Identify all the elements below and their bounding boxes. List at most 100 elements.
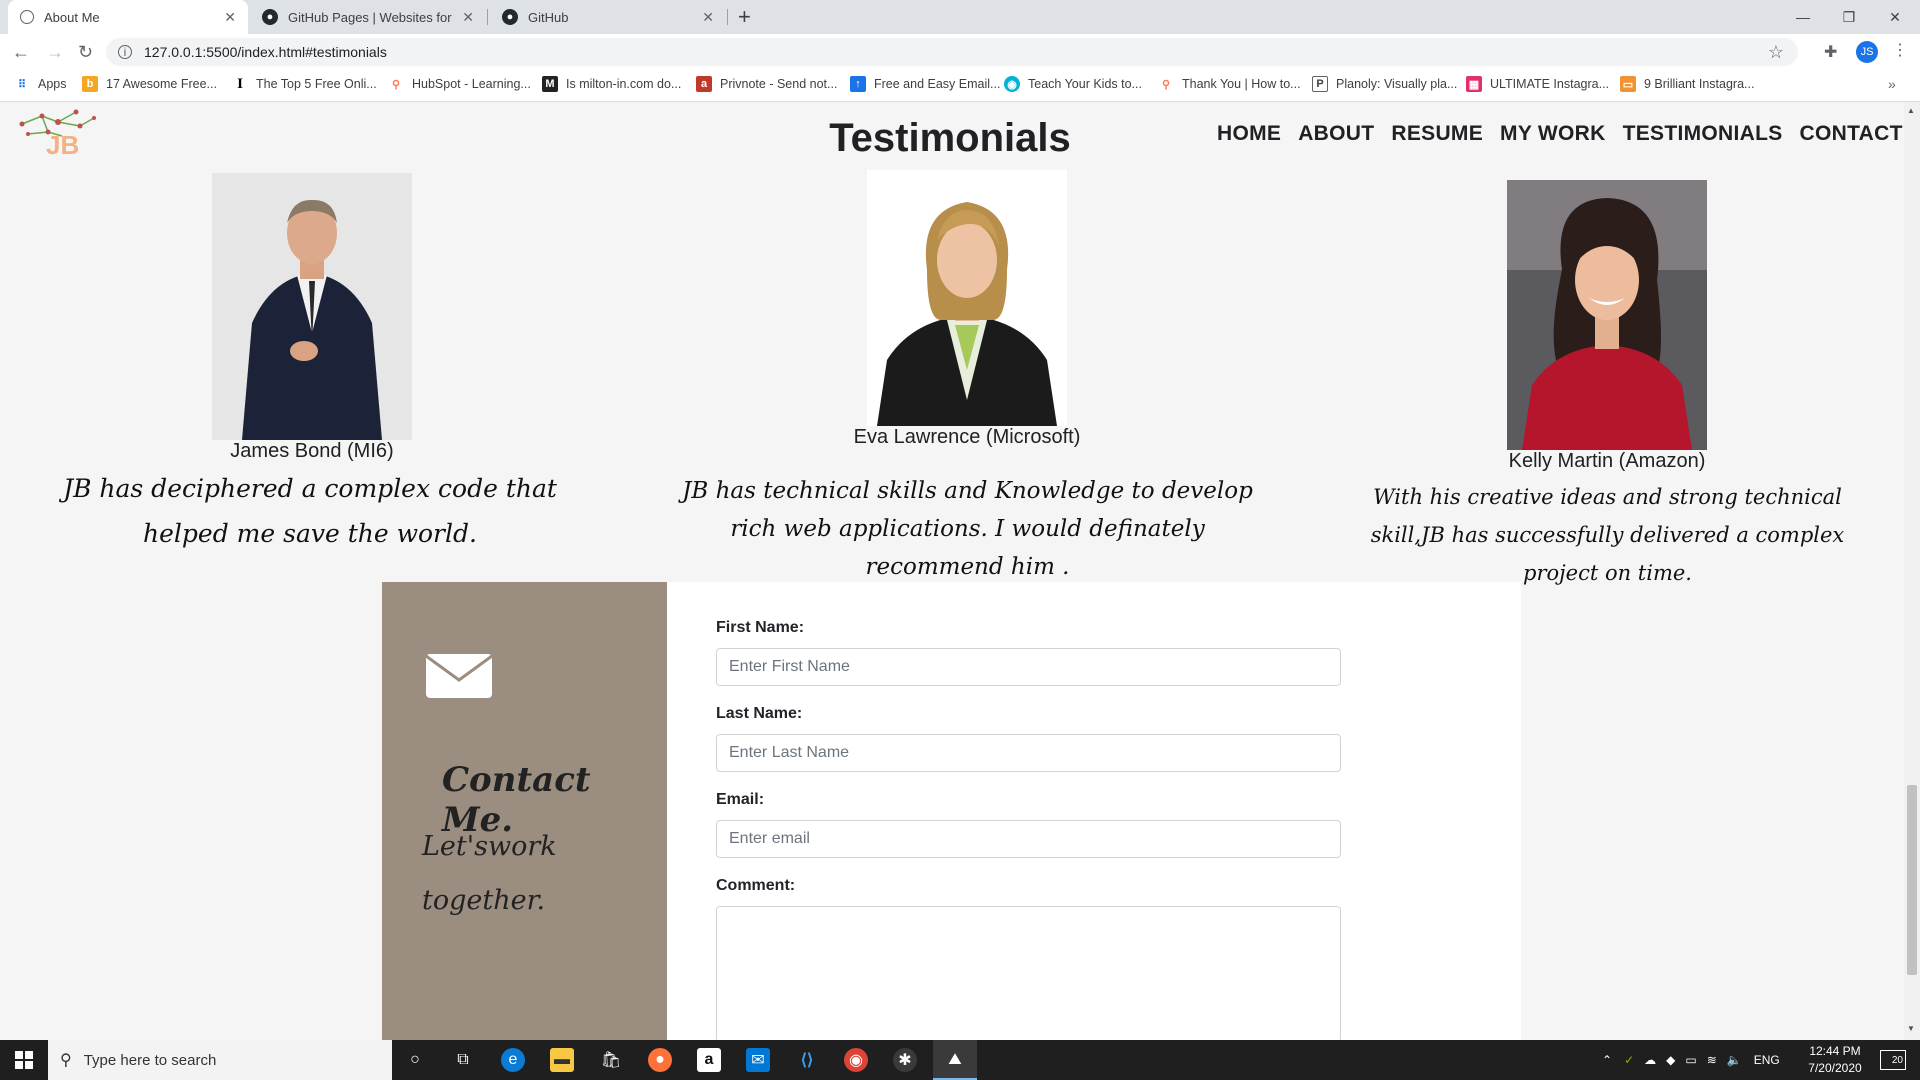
- firefox-icon[interactable]: ●: [648, 1048, 672, 1072]
- task-view-icon[interactable]: ⧉: [451, 1048, 475, 1072]
- menu-kebab-icon[interactable]: ⋮: [1892, 40, 1908, 60]
- last-name-input[interactable]: [716, 734, 1341, 772]
- bookmarks-bar: ⠿ Apps b 17 Awesome Free... I The Top 5 …: [0, 70, 1920, 102]
- bookmark-item[interactable]: a Privnote - Send not...: [696, 76, 837, 92]
- github-icon: ●: [502, 9, 518, 25]
- bookmark-star-icon[interactable]: ☆: [1768, 42, 1784, 63]
- dropbox-icon[interactable]: ◆: [1666, 1053, 1675, 1067]
- windows-start-icon[interactable]: [0, 1040, 48, 1080]
- tab-divider: [727, 9, 728, 25]
- mail-icon[interactable]: ✉: [746, 1048, 770, 1072]
- site-info-icon[interactable]: i: [118, 45, 132, 59]
- page-viewport: JB Testimonials HOME ABOUT RESUME MY WOR…: [0, 102, 1904, 1040]
- clock-time: 12:44 PM: [1809, 1044, 1861, 1058]
- hubspot-icon: ⚲: [391, 78, 401, 91]
- testimonial-name: James Bond (MI6): [230, 440, 394, 462]
- close-tab-icon[interactable]: ✕: [462, 9, 474, 26]
- tab-title: GitHub Pages | Websites for you: [288, 9, 454, 25]
- chrome-icon[interactable]: ◉: [844, 1048, 868, 1072]
- amazon-icon[interactable]: a: [697, 1048, 721, 1072]
- scroll-down-icon[interactable]: ▼: [1907, 1024, 1915, 1033]
- bookmark-item[interactable]: ▭ 9 Brilliant Instagra...: [1620, 76, 1754, 92]
- tab-github-pages[interactable]: ● GitHub Pages | Websites for you ✕: [250, 0, 486, 34]
- main-nav: HOME ABOUT RESUME MY WORK TESTIMONIALS C…: [1217, 122, 1903, 146]
- file-explorer-icon[interactable]: ▬: [550, 1048, 574, 1072]
- tab-title: About Me: [44, 9, 100, 25]
- bookmark-apps[interactable]: ⠿ Apps: [14, 76, 67, 92]
- tab-about-me[interactable]: About Me ✕: [8, 0, 248, 34]
- first-name-input[interactable]: [716, 648, 1341, 686]
- comment-textarea[interactable]: [716, 906, 1341, 1040]
- extensions-puzzle-icon[interactable]: ✚: [1824, 42, 1837, 62]
- logo-text: JB: [46, 130, 80, 160]
- notification-center[interactable]: 20: [1880, 1050, 1906, 1070]
- taskbar-clock[interactable]: 12:44 PM 7/20/2020: [1795, 1043, 1875, 1077]
- address-bar[interactable]: i 127.0.0.1:5500/index.html#testimonials…: [106, 38, 1798, 66]
- bookmarks-overflow-icon[interactable]: »: [1888, 76, 1896, 92]
- nav-resume[interactable]: RESUME: [1391, 122, 1483, 146]
- globe-icon: [20, 10, 34, 24]
- bookmark-item[interactable]: ↑ Free and Easy Email...: [850, 76, 1000, 92]
- nav-about[interactable]: ABOUT: [1298, 122, 1374, 146]
- taskbar-search[interactable]: ⚲ Type here to search: [48, 1040, 392, 1080]
- contact-panel: Contact Me. Let'swork together.: [382, 582, 667, 1040]
- tray-sync-icon[interactable]: ✓: [1624, 1053, 1634, 1067]
- bookmark-item[interactable]: I The Top 5 Free Onli...: [232, 76, 377, 92]
- bookmark-item[interactable]: b 17 Awesome Free...: [82, 76, 217, 92]
- minimize-icon[interactable]: —: [1780, 2, 1826, 32]
- new-tab-icon[interactable]: +: [738, 4, 751, 30]
- instagram-grid-icon: ▦: [1466, 76, 1482, 92]
- reload-icon[interactable]: ↻: [78, 42, 93, 63]
- clock-date: 7/20/2020: [1808, 1061, 1862, 1075]
- nav-home[interactable]: HOME: [1217, 122, 1281, 146]
- last-name-label: Last Name:: [716, 705, 803, 722]
- cortana-icon[interactable]: ○: [403, 1048, 427, 1072]
- system-tray: ⌃ ✓ ☁ ◆ ▭ ≋ 🔈 ENG: [1602, 1040, 1780, 1080]
- tab-github[interactable]: ● GitHub ✕: [490, 0, 726, 34]
- onedrive-icon[interactable]: ☁: [1644, 1053, 1656, 1067]
- battery-icon[interactable]: ▭: [1685, 1053, 1696, 1067]
- language-indicator[interactable]: ENG: [1754, 1053, 1780, 1067]
- store-icon[interactable]: 🛍: [599, 1048, 623, 1072]
- teach-kids-icon: ◉: [1004, 76, 1020, 92]
- email-input[interactable]: [716, 820, 1341, 858]
- close-window-icon[interactable]: ✕: [1872, 2, 1918, 32]
- bookmark-item[interactable]: P Planoly: Visually pla...: [1312, 76, 1457, 92]
- contact-subheading: Let'swork together.: [422, 831, 557, 916]
- testimonial-photo-james-bond: [212, 173, 412, 440]
- back-arrow-icon[interactable]: ←: [12, 42, 30, 63]
- bookmark-item[interactable]: ◉ Teach Your Kids to...: [1004, 76, 1142, 92]
- photos-icon[interactable]: ⛰: [943, 1048, 967, 1072]
- bookmark-b-icon: b: [82, 76, 98, 92]
- volume-icon[interactable]: 🔈: [1727, 1053, 1742, 1067]
- profile-avatar[interactable]: JS: [1856, 41, 1878, 63]
- forward-arrow-icon[interactable]: →: [46, 42, 64, 63]
- nav-contact[interactable]: CONTACT: [1800, 122, 1903, 146]
- bookmark-item[interactable]: ▦ ULTIMATE Instagra...: [1466, 76, 1609, 92]
- tray-overflow-icon[interactable]: ⌃: [1602, 1053, 1612, 1067]
- bookmark-item[interactable]: M Is milton-in.com do...: [542, 76, 681, 92]
- bookmark-item[interactable]: ⚲ Thank You | How to...: [1158, 76, 1301, 92]
- close-tab-icon[interactable]: ✕: [702, 9, 714, 26]
- toolbar: ← → ↻ i 127.0.0.1:5500/index.html#testim…: [0, 34, 1920, 70]
- nav-testimonials[interactable]: TESTIMONIALS: [1623, 122, 1783, 146]
- restore-icon[interactable]: ❐: [1826, 2, 1872, 32]
- envelope-icon: [426, 654, 492, 698]
- bookmark-item[interactable]: ⚲ HubSpot - Learning...: [388, 76, 531, 92]
- nav-my-work[interactable]: MY WORK: [1500, 122, 1606, 146]
- bookmark-i-icon: I: [237, 75, 243, 92]
- slack-icon[interactable]: ✱: [893, 1048, 917, 1072]
- email-tool-icon: ↑: [850, 76, 866, 92]
- close-tab-icon[interactable]: ✕: [224, 9, 236, 26]
- site-logo[interactable]: JB: [18, 108, 98, 162]
- vscode-icon[interactable]: ⟨⟩: [795, 1048, 819, 1072]
- wifi-icon[interactable]: ≋: [1707, 1053, 1717, 1067]
- page-scrollbar[interactable]: ▲ ▼: [1904, 102, 1920, 1040]
- privnote-icon: a: [696, 76, 712, 92]
- testimonial-quote: JB has deciphered a complex code that he…: [63, 474, 557, 548]
- testimonial-name: Eva Lawrence (Microsoft): [853, 426, 1081, 448]
- scroll-up-icon[interactable]: ▲: [1907, 106, 1915, 115]
- edge-icon[interactable]: e: [501, 1048, 525, 1072]
- windows-taskbar: ⚲ Type here to search ○ ⧉ e ▬ 🛍 ● a ✉ ⟨⟩…: [0, 1040, 1920, 1080]
- scrollbar-thumb[interactable]: [1907, 785, 1917, 975]
